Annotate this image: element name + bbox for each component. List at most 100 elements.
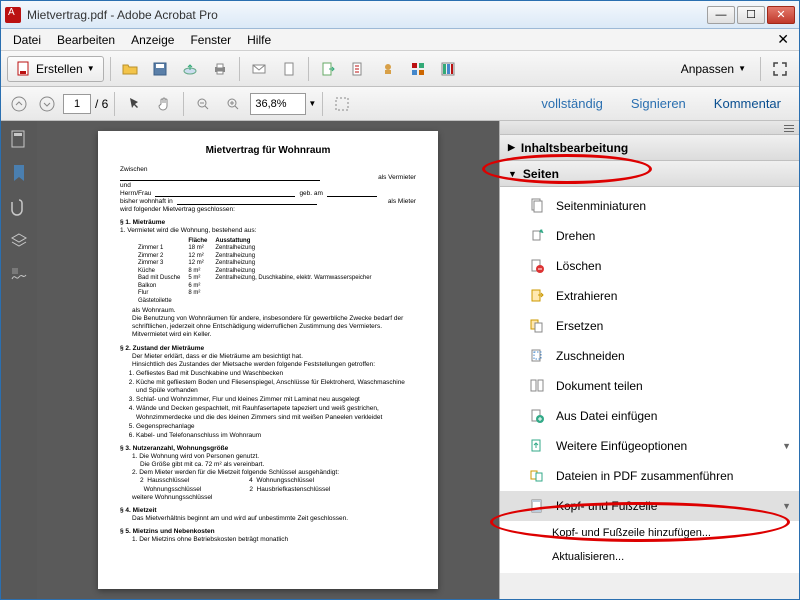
acrobat-app-icon xyxy=(5,7,21,23)
page-total: / 6 xyxy=(95,97,108,111)
more-insert-icon xyxy=(529,438,545,454)
print-button[interactable] xyxy=(207,56,233,82)
close-button[interactable]: ✕ xyxy=(767,6,795,24)
prev-page-button[interactable] xyxy=(7,92,31,116)
replace-item[interactable]: Ersetzen xyxy=(500,311,799,341)
main-toolbar: Erstellen ▼ Anpassen ▼ xyxy=(1,51,799,87)
chevron-down-icon: ▼ xyxy=(782,441,791,451)
hand-tool[interactable] xyxy=(151,91,177,117)
crop-item[interactable]: Zuschneiden xyxy=(500,341,799,371)
create-pdf-icon xyxy=(16,61,32,77)
page-number-input[interactable] xyxy=(63,94,91,114)
printer-icon xyxy=(212,61,228,77)
panel-menu-icon xyxy=(783,123,795,133)
insert-file-item[interactable]: Aus Datei einfügen xyxy=(500,401,799,431)
rotate-icon xyxy=(529,228,545,244)
fullscreen-icon xyxy=(772,61,788,77)
menu-bar: Datei Bearbeiten Anzeige Fenster Hilfe ✕ xyxy=(1,29,799,51)
edit-pdf-button[interactable] xyxy=(345,56,371,82)
window-title: Mietvertrag.pdf - Adobe Acrobat Pro xyxy=(27,8,707,22)
combine-item[interactable]: Dateien in PDF zusammenführen xyxy=(500,461,799,491)
thumbnails-icon[interactable] xyxy=(9,129,29,149)
delete-page-icon xyxy=(529,258,545,274)
email-button[interactable] xyxy=(246,56,272,82)
export-button[interactable] xyxy=(315,56,341,82)
title-bar: Mietvertrag.pdf - Adobe Acrobat Pro — ☐ … xyxy=(1,1,799,29)
pages-tools-list: Seitenminiaturen Drehen Löschen Extrahie… xyxy=(500,187,799,573)
hf-update-subitem[interactable]: Aktualisieren... xyxy=(500,545,799,569)
folder-open-icon xyxy=(122,61,138,77)
chevron-down-icon: ▼ xyxy=(782,501,791,511)
zoom-out-icon xyxy=(195,96,211,112)
replace-icon xyxy=(529,318,545,334)
tools-panel: ▶Inhaltsbearbeitung ▼Seiten Seitenminiat… xyxy=(499,121,799,599)
zoom-out-button[interactable] xyxy=(190,91,216,117)
menu-edit[interactable]: Bearbeiten xyxy=(49,31,123,49)
doc-title: Mietvertrag für Wohnraum xyxy=(120,145,416,158)
select-tool[interactable] xyxy=(121,91,147,117)
export-icon xyxy=(320,61,336,77)
insert-file-icon xyxy=(529,408,545,424)
sign-tool-button[interactable] xyxy=(405,56,431,82)
multimedia-button[interactable] xyxy=(435,56,461,82)
zoom-in-icon xyxy=(225,96,241,112)
maximize-button[interactable]: ☐ xyxy=(737,6,765,24)
arrow-down-icon xyxy=(39,96,55,112)
save-cloud-button[interactable] xyxy=(177,56,203,82)
bookmark-icon[interactable] xyxy=(9,163,29,183)
signature-panel-icon[interactable] xyxy=(9,265,29,285)
layers-icon[interactable] xyxy=(9,231,29,251)
extract-icon xyxy=(529,288,545,304)
page-thumbnails-item[interactable]: Seitenminiaturen xyxy=(500,191,799,221)
hand-icon xyxy=(156,96,172,112)
create-button[interactable]: Erstellen ▼ xyxy=(7,56,104,82)
fullscreen-button[interactable] xyxy=(767,56,793,82)
next-page-button[interactable] xyxy=(35,92,59,116)
extract-item[interactable]: Extrahieren xyxy=(500,281,799,311)
menu-window[interactable]: Fenster xyxy=(182,31,239,49)
edit-text-icon xyxy=(350,61,366,77)
content-editing-header[interactable]: ▶Inhaltsbearbeitung xyxy=(500,135,799,161)
comment-tab[interactable]: Kommentar xyxy=(702,90,793,117)
delete-item[interactable]: Löschen xyxy=(500,251,799,281)
attachment-icon[interactable] xyxy=(9,197,29,217)
forms-icon xyxy=(410,61,426,77)
minimize-button[interactable]: — xyxy=(707,6,735,24)
menu-help[interactable]: Hilfe xyxy=(239,31,279,49)
zoom-select[interactable] xyxy=(250,93,306,115)
menu-view[interactable]: Anzeige xyxy=(123,31,182,49)
header-footer-icon xyxy=(529,498,545,514)
floppy-icon xyxy=(152,61,168,77)
header-footer-item[interactable]: Kopf- und Fußzeile▼ xyxy=(500,491,799,521)
stamp-icon xyxy=(380,61,396,77)
hf-add-subitem[interactable]: Kopf- und Fußzeile hinzufügen... xyxy=(500,521,799,545)
pdf-page: Mietvertrag für Wohnraum Zwischen als Ve… xyxy=(98,131,438,589)
more-insert-item[interactable]: Weitere Einfügeoptionen▼ xyxy=(500,431,799,461)
chevron-right-icon: ▶ xyxy=(508,142,515,153)
comment-tool-button[interactable] xyxy=(375,56,401,82)
document-viewport[interactable]: Mietvertrag für Wohnraum Zwischen als Ve… xyxy=(37,121,499,599)
marquee-zoom[interactable] xyxy=(329,91,355,117)
arrow-up-icon xyxy=(11,96,27,112)
combine-icon xyxy=(529,468,545,484)
chevron-down-icon: ▼ xyxy=(508,169,517,179)
sign-tab[interactable]: Signieren xyxy=(619,90,698,117)
rotate-item[interactable]: Drehen xyxy=(500,221,799,251)
thumbnails-small-icon xyxy=(529,198,545,214)
page-toolbar: / 6 ▼ vollständig Signieren Kommentar xyxy=(1,87,799,121)
save-button[interactable] xyxy=(147,56,173,82)
document-close-button[interactable]: ✕ xyxy=(771,31,795,48)
menu-file[interactable]: Datei xyxy=(5,31,49,49)
panel-grip[interactable] xyxy=(500,121,799,135)
tools-tab[interactable]: vollständig xyxy=(529,90,614,117)
cloud-up-icon xyxy=(182,61,198,77)
split-item[interactable]: Dokument teilen xyxy=(500,371,799,401)
page-icon xyxy=(281,61,297,77)
pages-header[interactable]: ▼Seiten xyxy=(500,161,799,187)
multimedia-icon xyxy=(440,61,456,77)
marquee-icon xyxy=(334,96,350,112)
scan-button[interactable] xyxy=(276,56,302,82)
customize-button[interactable]: Anpassen ▼ xyxy=(673,56,754,82)
zoom-in-button[interactable] xyxy=(220,91,246,117)
open-button[interactable] xyxy=(117,56,143,82)
